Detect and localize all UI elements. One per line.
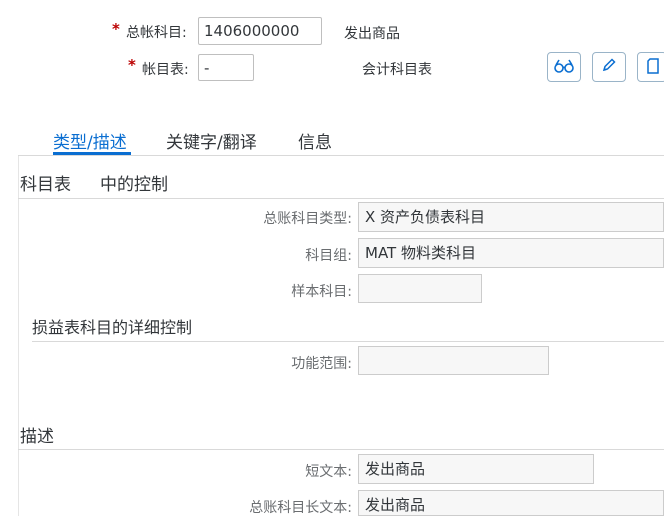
account-group-field[interactable]: MAT 物料类科目 [358,238,664,268]
short-text-field[interactable]: 发出商品 [358,454,594,484]
functional-area-label: 功能范围: [291,356,352,372]
tab-type-description[interactable]: 类型/描述 [53,128,127,153]
tab-keyword-translation[interactable]: 关键字/翻译 [166,128,257,153]
chart-of-accounts-description: 会计科目表 [362,62,432,78]
display-button[interactable] [547,52,581,82]
chart-of-accounts-field[interactable]: - [198,54,254,81]
chart-of-accounts-label: 帐目表: [142,62,189,78]
pencil-icon [601,57,617,77]
account-type-label: 总账科目类型: [263,211,352,227]
gl-account-required-mark: * [112,20,120,38]
control-section-divider [18,198,664,199]
control-section-title-suffix: 中的控制 [100,175,168,195]
copy-button[interactable] [637,52,664,82]
description-section-divider [18,449,664,450]
tab-information[interactable]: 信息 [298,128,332,153]
control-section-title: 科目表 [20,175,71,195]
gl-account-label: 总帐科目: [126,25,187,41]
copy-icon [644,56,660,78]
short-text-label: 短文本: [305,464,352,480]
glasses-icon [554,58,574,77]
description-section-title: 描述 [20,427,54,447]
sample-account-label: 样本科目: [291,284,352,300]
functional-area-field[interactable] [358,346,549,375]
edit-button[interactable] [592,52,626,82]
sample-account-field[interactable] [358,274,482,303]
account-type-field[interactable]: X 资产负债表科目 [358,202,664,232]
long-text-label: 总账科目长文本: [249,500,352,516]
pl-detail-section-title: 损益表科目的详细控制 [32,318,193,337]
pl-detail-section-divider [32,341,664,342]
redaction-mask [255,54,365,82]
chart-of-accounts-required-mark: * [128,56,136,74]
long-text-field[interactable]: 发出商品 [358,490,664,516]
account-group-label: 科目组: [305,248,352,264]
gl-account-field[interactable]: 1406000000 [198,17,322,45]
gl-account-description: 发出商品 [344,26,400,42]
